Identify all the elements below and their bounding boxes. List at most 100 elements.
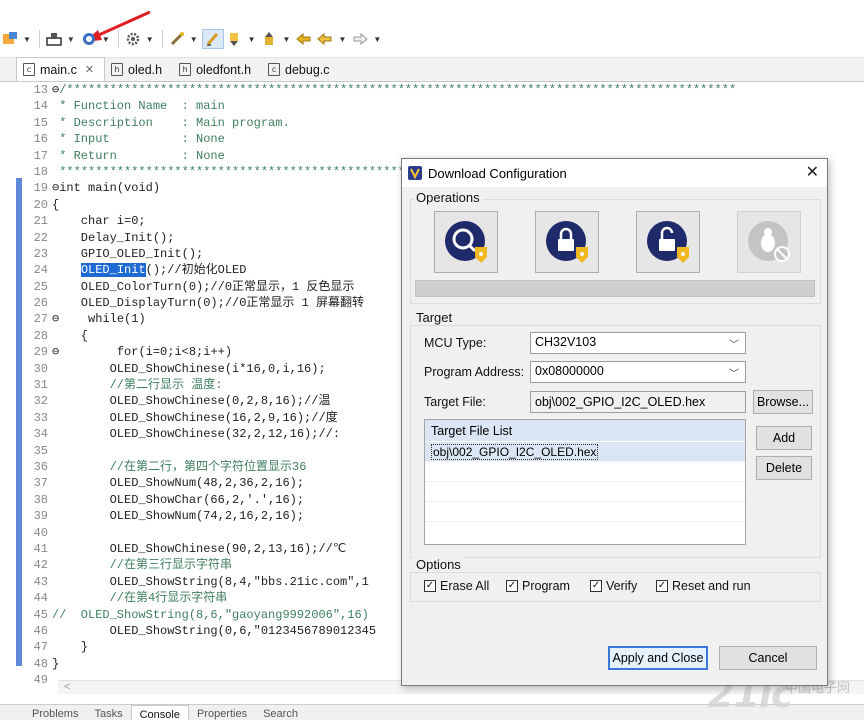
chevron-down-icon[interactable]: ▼ [67, 35, 75, 44]
chevron-down-icon[interactable]: ▼ [338, 35, 346, 44]
cancel-button[interactable]: Cancel [719, 646, 817, 670]
tab-console[interactable]: Console [130, 705, 189, 721]
tab-oledfont-h[interactable]: h oledfont.h [173, 58, 262, 81]
close-icon[interactable]: ✕ [85, 63, 94, 76]
fold-toggle-icon[interactable]: ⊖ [52, 180, 59, 196]
line-number: 44 [33, 591, 48, 606]
selected-identifier[interactable]: OLED_Init [80, 263, 146, 278]
unlock-button[interactable] [636, 211, 700, 273]
mcu-type-label: MCU Type: [424, 336, 487, 350]
fold-toggle-icon[interactable]: ⊖ [52, 82, 59, 98]
lock-button[interactable] [535, 211, 599, 273]
list-item-empty [425, 482, 745, 502]
tab-label: debug.c [285, 62, 330, 77]
debug-disable-button[interactable] [737, 211, 801, 273]
code-line[interactable]: 13 ⊖/************************************… [22, 82, 862, 98]
code-text: int main(void) [59, 181, 161, 196]
highlight-icon[interactable] [201, 29, 224, 49]
code-text-segment [52, 263, 81, 277]
prev-annotation-icon[interactable] [294, 29, 314, 49]
code-text: OLED_ShowString(0,6,"0123456789012345 [52, 623, 377, 638]
list-item[interactable]: obj\002_GPIO_I2C_OLED.hex [425, 442, 745, 462]
tab-debug-c[interactable]: c debug.c [262, 58, 340, 81]
line-number: 24 [33, 263, 48, 278]
target-file-list[interactable]: Target File List obj\002_GPIO_I2C_OLED.h… [424, 419, 746, 545]
mcu-type-select[interactable]: CH32V103 ﹀ [530, 332, 746, 354]
fold-toggle-icon[interactable]: ⊖ [52, 311, 59, 327]
back-icon[interactable] [315, 29, 335, 49]
erase-all-checkbox[interactable]: ✓ Erase All [424, 579, 489, 593]
code-text: GPIO_OLED_Init(); [52, 246, 204, 261]
code-text: { [52, 197, 60, 212]
code-text: * Return : None [52, 148, 225, 163]
line-number: 49 [33, 673, 48, 688]
debug-icon[interactable] [79, 29, 99, 49]
line-number: 23 [33, 246, 48, 261]
code-line[interactable]: 16 * Input : None [22, 131, 862, 147]
editor-tabs: c main.c ✕ h oled.h h oledfont.h c debug… [0, 57, 864, 82]
operations-label: Operations [414, 190, 482, 205]
reset-and-run-checkbox[interactable]: ✓ Reset and run [656, 579, 751, 593]
chevron-down-icon[interactable]: ▼ [146, 35, 154, 44]
line-number: 48 [33, 656, 48, 671]
brush-icon[interactable] [167, 29, 187, 49]
target-file-value: obj\002_GPIO_I2C_OLED.hex [535, 395, 706, 409]
program-label: Program [522, 579, 570, 593]
line-number: 16 [33, 132, 48, 147]
code-text: OLED_ShowNum(74,2,16,2,16); [52, 509, 305, 524]
chevron-down-icon[interactable]: ▼ [283, 35, 291, 44]
fold-toggle-icon[interactable]: ⊖ [52, 344, 59, 360]
next-annotation-icon[interactable] [260, 29, 280, 49]
chevron-down-icon[interactable]: ▼ [248, 35, 256, 44]
query-button[interactable] [434, 211, 498, 273]
tab-oled-h[interactable]: h oled.h [105, 58, 173, 81]
target-file-field[interactable]: obj\002_GPIO_I2C_OLED.hex [530, 391, 746, 413]
code-text-segment: ();//初始化OLED [145, 263, 247, 278]
sort-icon[interactable] [225, 29, 245, 49]
code-text: * Description : Main program. [52, 115, 290, 130]
h-file-icon: h [179, 63, 192, 76]
line-number: 18 [33, 164, 48, 179]
line-number: 21 [33, 214, 48, 229]
forward-icon[interactable] [350, 29, 370, 49]
code-line[interactable]: 15 * Description : Main program. [22, 115, 862, 131]
line-number: 39 [33, 509, 48, 524]
code-line[interactable]: 14 * Function Name : main [22, 98, 862, 114]
verify-checkbox[interactable]: ✓ Verify [590, 579, 637, 593]
delete-button[interactable]: Delete [756, 456, 812, 480]
code-text: } [52, 656, 60, 671]
target-file-list-header: Target File List [425, 420, 745, 442]
tab-tasks[interactable]: Tasks [86, 705, 130, 720]
line-number: 42 [33, 558, 48, 573]
download-icon[interactable] [44, 29, 64, 49]
code-text: //在第三行显示字符串 [52, 558, 233, 573]
tab-properties[interactable]: Properties [189, 705, 255, 720]
code-text: while(1) [59, 312, 146, 327]
chevron-down-icon[interactable]: ▼ [23, 35, 31, 44]
chevron-down-icon[interactable]: ▼ [373, 35, 381, 44]
list-item-empty [425, 502, 745, 522]
chevron-left-icon[interactable]: < [64, 681, 70, 693]
apply-and-close-button[interactable]: Apply and Close [608, 646, 708, 670]
list-item-empty [425, 462, 745, 482]
chevron-down-icon[interactable]: ▼ [190, 35, 198, 44]
bug-icon [748, 221, 790, 262]
line-number: 46 [33, 623, 48, 638]
tab-search[interactable]: Search [255, 705, 306, 720]
close-icon[interactable]: ✕ [806, 162, 819, 182]
program-checkbox[interactable]: ✓ Program [506, 579, 570, 593]
program-address-select[interactable]: 0x08000000 ﹀ [530, 361, 746, 383]
program-address-label: Program Address: [424, 365, 525, 379]
line-number: 40 [33, 525, 48, 540]
build-icon[interactable] [0, 29, 20, 49]
line-number: 36 [33, 459, 48, 474]
browse-button[interactable]: Browse... [753, 390, 813, 414]
code-text: //第二行显示 温度: [52, 378, 223, 393]
add-button[interactable]: Add [756, 426, 812, 450]
tab-main-c[interactable]: c main.c ✕ [16, 57, 106, 81]
query-icon [445, 221, 487, 263]
gear-icon[interactable] [123, 29, 143, 49]
list-item-label: obj\002_GPIO_I2C_OLED.hex [431, 444, 599, 460]
tab-problems[interactable]: Problems [24, 705, 86, 720]
chevron-down-icon[interactable]: ▼ [102, 35, 110, 44]
